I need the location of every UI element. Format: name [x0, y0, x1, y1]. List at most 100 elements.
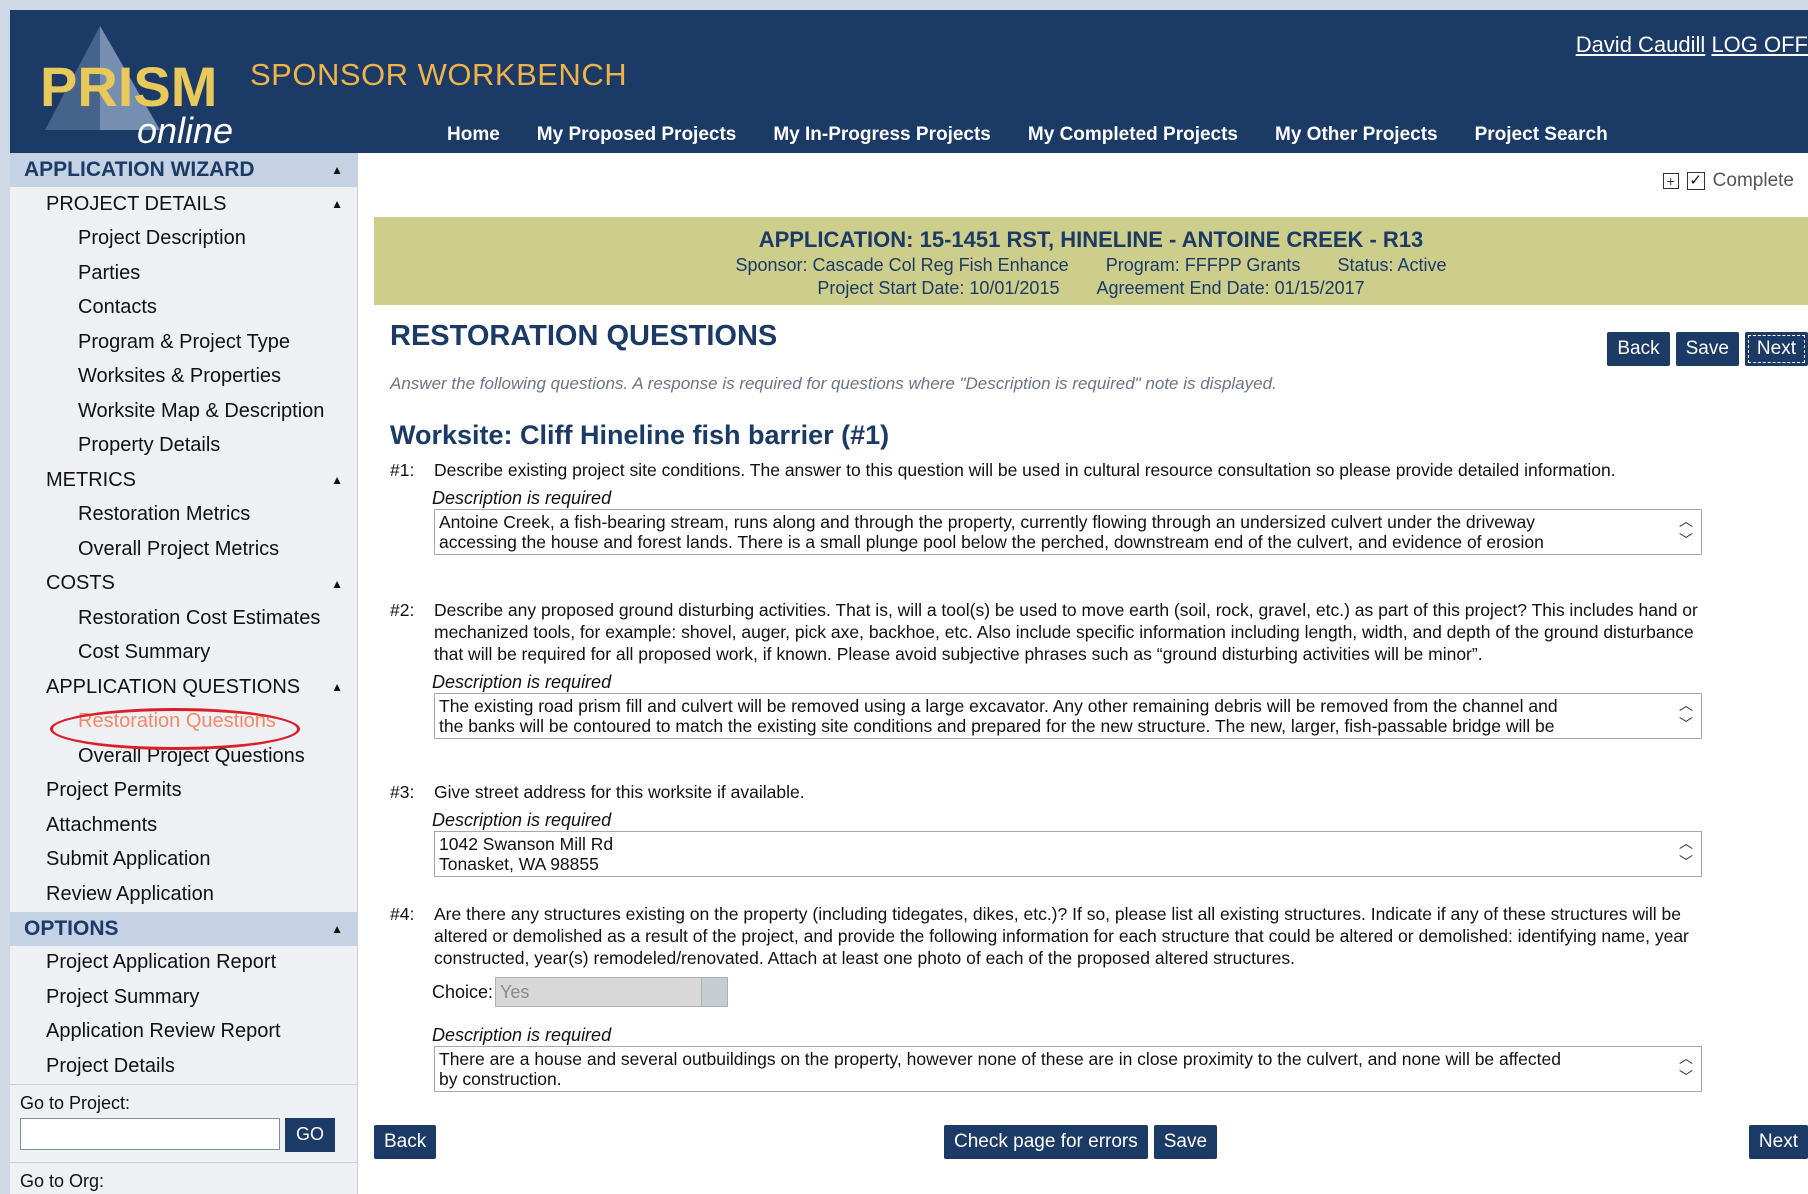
sidebar-item-project-application-report[interactable]: Project Application Report: [10, 946, 357, 981]
go-button[interactable]: GO: [285, 1117, 335, 1152]
app-title: SPONSOR WORKBENCH: [250, 57, 628, 92]
nav-my-completed-projects[interactable]: My Completed Projects: [1028, 124, 1238, 146]
collapse-triangle-icon[interactable]: ▲: [331, 922, 343, 936]
logoff-link[interactable]: LOG OFF: [1711, 32, 1808, 57]
banner-row-2: Project Start Date: 10/01/2015 Agreement…: [374, 278, 1808, 299]
sidebar-item-application-review-report[interactable]: Application Review Report: [10, 1015, 357, 1050]
required-note: Description is required: [432, 1025, 612, 1045]
sidebar-item-review-application[interactable]: Review Application: [10, 877, 357, 912]
sidebar-item-program-project-type[interactable]: Program & Project Type: [10, 325, 357, 360]
nav-project-search[interactable]: Project Search: [1475, 124, 1608, 146]
sidebar-item-project-permits[interactable]: Project Permits: [10, 774, 357, 809]
textarea-scrollbar[interactable]: ︿ ﹀: [1679, 696, 1693, 734]
question-number: #3:: [390, 782, 415, 802]
collapse-triangle-icon[interactable]: ▲: [331, 163, 343, 177]
answer-textarea[interactable]: 1042 Swanson Mill Rd Tonasket, WA 98855 …: [434, 831, 1702, 877]
save-button-bottom[interactable]: Save: [1153, 1125, 1218, 1159]
status-text: Status: Active: [1337, 255, 1447, 275]
scroll-up-icon[interactable]: ︿: [1679, 834, 1693, 853]
sidebar: APPLICATION WIZARD ▲ PROJECT DETAILS ▲ P…: [10, 153, 358, 1194]
sidebar-item-cost-summary[interactable]: Cost Summary: [10, 636, 357, 671]
sidebar-header-label: APPLICATION WIZARD: [24, 158, 255, 181]
nav-my-in-progress-projects[interactable]: My In-Progress Projects: [773, 124, 991, 146]
prism-logo: PRISM online: [30, 18, 250, 151]
answer-line: the banks will be contoured to match the…: [439, 716, 1555, 736]
sidebar-item-property-details[interactable]: Property Details: [10, 429, 357, 464]
answer-line: Tonasket, WA 98855: [439, 854, 599, 874]
sidebar-item-overall-project-metrics[interactable]: Overall Project Metrics: [10, 532, 357, 567]
sidebar-header-label: OPTIONS: [24, 916, 119, 940]
sidebar-item-attachments[interactable]: Attachments: [10, 808, 357, 843]
textarea-scrollbar[interactable]: ︿ ﹀: [1679, 512, 1693, 550]
user-name-link[interactable]: David Caudill: [1576, 32, 1706, 57]
scroll-down-icon[interactable]: ﹀: [1679, 853, 1693, 872]
collapse-triangle-icon[interactable]: ▲: [331, 473, 343, 487]
question-number: #2:: [390, 600, 415, 620]
sidebar-header-application-wizard[interactable]: APPLICATION WIZARD ▲: [10, 153, 357, 187]
sidebar-section-project-details[interactable]: PROJECT DETAILS ▲: [10, 187, 357, 222]
answer-line: 1042 Swanson Mill Rd: [439, 834, 614, 854]
go-to-org-label: Go to Org:: [10, 1161, 357, 1194]
sidebar-item-restoration-metrics[interactable]: Restoration Metrics: [10, 498, 357, 533]
question-number: #1:: [390, 460, 415, 480]
scroll-up-icon[interactable]: ︿: [1679, 1049, 1693, 1068]
sidebar-item-worksites-properties[interactable]: Worksites & Properties: [10, 360, 357, 395]
sidebar-section-application-questions[interactable]: APPLICATION QUESTIONS ▲: [10, 670, 357, 705]
next-button-top[interactable]: Next: [1744, 332, 1808, 366]
scroll-up-icon[interactable]: ︿: [1679, 696, 1693, 715]
textarea-scrollbar[interactable]: ︿ ﹀: [1679, 1049, 1693, 1087]
worksite-heading: Worksite: Cliff Hineline fish barrier (#…: [390, 420, 890, 450]
collapse-triangle-icon[interactable]: ▲: [331, 680, 343, 694]
sidebar-section-label: APPLICATION QUESTIONS: [46, 675, 301, 698]
sidebar-section-label: PROJECT DETAILS: [46, 192, 227, 215]
bottom-middle-buttons: Check page for errors Save: [944, 1125, 1218, 1159]
answer-line: The existing road prism fill and culvert…: [439, 696, 1558, 716]
start-date-text: Project Start Date: 10/01/2015: [817, 278, 1060, 298]
next-button-bottom[interactable]: Next: [1748, 1125, 1808, 1159]
back-button-top[interactable]: Back: [1607, 332, 1670, 366]
choice-select[interactable]: Yes: [495, 977, 729, 1007]
top-button-bar: Back Save Next: [1607, 332, 1808, 366]
sidebar-item-parties[interactable]: Parties: [10, 256, 357, 291]
scroll-down-icon[interactable]: ﹀: [1679, 1068, 1693, 1087]
sidebar-header-options[interactable]: OPTIONS ▲: [10, 911, 357, 946]
back-button-bottom[interactable]: Back: [374, 1125, 437, 1159]
sidebar-item-project-summary[interactable]: Project Summary: [10, 980, 357, 1015]
complete-indicator: + ✓ Complete: [1662, 170, 1794, 192]
question-2: #2: Describe any proposed ground disturb…: [390, 599, 1720, 739]
nav-home[interactable]: Home: [447, 124, 500, 146]
answer-textarea[interactable]: The existing road prism fill and culvert…: [434, 693, 1702, 739]
scroll-down-icon[interactable]: ﹀: [1679, 531, 1693, 550]
collapse-triangle-icon[interactable]: ▲: [331, 197, 343, 211]
end-date-text: Agreement End Date: 01/15/2017: [1096, 278, 1365, 298]
go-to-project-input[interactable]: [20, 1117, 280, 1150]
banner-row-1: Sponsor: Cascade Col Reg Fish Enhance Pr…: [374, 255, 1808, 276]
sidebar-item-project-description[interactable]: Project Description: [10, 222, 357, 257]
nav-my-proposed-projects[interactable]: My Proposed Projects: [537, 124, 737, 146]
answer-textarea[interactable]: Antoine Creek, a fish-bearing stream, ru…: [434, 509, 1702, 555]
sidebar-item-submit-application[interactable]: Submit Application: [10, 843, 357, 878]
save-button-top[interactable]: Save: [1675, 332, 1739, 366]
answer-textarea[interactable]: There are a house and several outbuildin…: [434, 1046, 1702, 1092]
sidebar-item-restoration-cost-estimates[interactable]: Restoration Cost Estimates: [10, 601, 357, 636]
application-title: APPLICATION: 15-1451 RST, HINELINE - ANT…: [758, 227, 1424, 252]
sidebar-item-project-details[interactable]: Project Details: [10, 1049, 357, 1084]
sidebar-section-costs[interactable]: COSTS ▲: [10, 567, 357, 602]
sidebar-item-worksite-map[interactable]: Worksite Map & Description: [10, 394, 357, 429]
expand-plus-icon[interactable]: +: [1662, 173, 1679, 189]
collapse-triangle-icon[interactable]: ▲: [331, 577, 343, 591]
complete-checkbox[interactable]: ✓: [1686, 172, 1705, 190]
nav-my-other-projects[interactable]: My Other Projects: [1275, 124, 1438, 146]
scroll-down-icon[interactable]: ﹀: [1679, 715, 1693, 734]
textarea-scrollbar[interactable]: ︿ ﹀: [1679, 834, 1693, 872]
required-note: Description is required: [432, 810, 612, 830]
check-errors-button[interactable]: Check page for errors: [944, 1125, 1148, 1159]
instructions-text: Answer the following questions. A respon…: [390, 374, 1277, 393]
scroll-up-icon[interactable]: ︿: [1679, 512, 1693, 531]
sidebar-section-metrics[interactable]: METRICS ▲: [10, 463, 357, 498]
sidebar-item-restoration-questions[interactable]: Restoration Questions: [10, 705, 357, 750]
answer-line: There are a house and several outbuildin…: [439, 1049, 1561, 1069]
dropdown-arrow-icon[interactable]: [701, 978, 728, 1006]
sidebar-item-contacts[interactable]: Contacts: [10, 291, 357, 326]
go-to-project: Go to Project: GO: [10, 1083, 357, 1162]
